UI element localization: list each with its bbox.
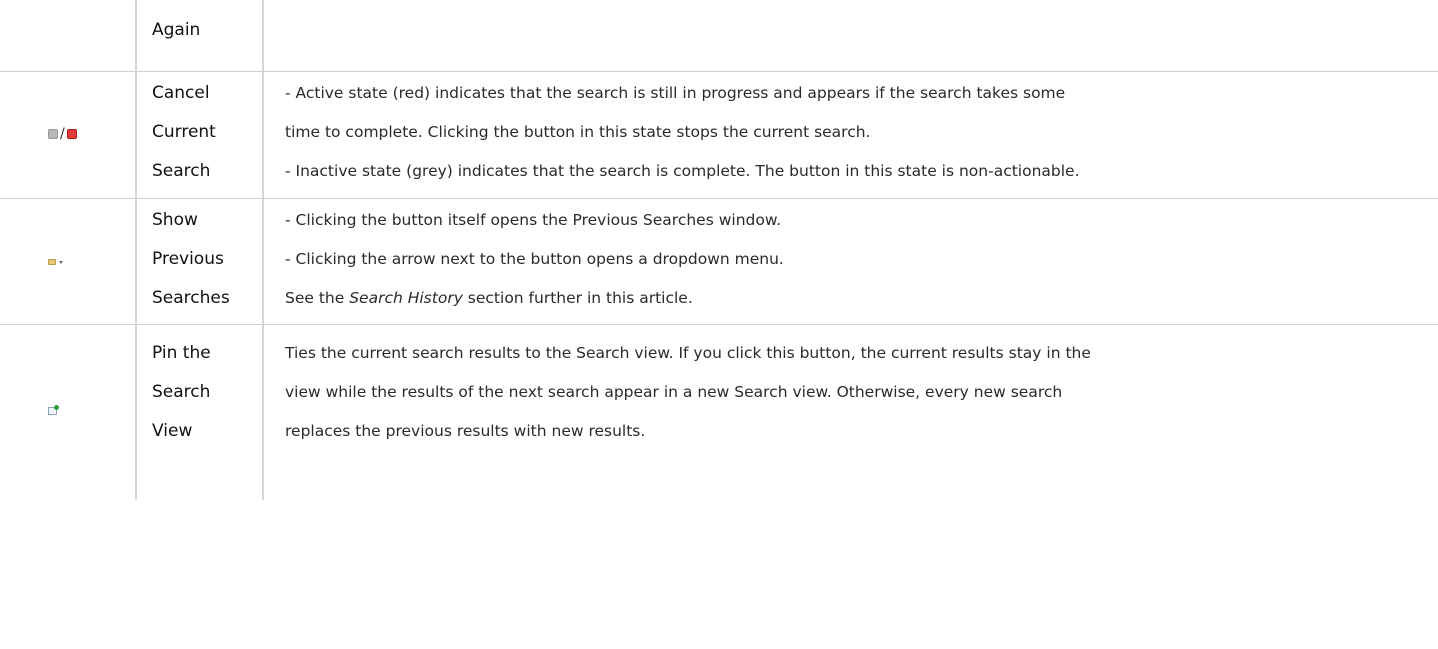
name-cell: Pin the Search View (137, 325, 264, 500)
description-line: - Active state (red) indicates that the … (285, 84, 1066, 102)
button-name-line: Search (152, 382, 211, 402)
button-name-line: View (152, 421, 193, 441)
button-name-line: Pin the (152, 343, 211, 363)
pin-icon-head (54, 405, 59, 410)
description-cell (264, 0, 1438, 71)
description-line: Ties the current search results to the S… (285, 344, 1091, 362)
previous-searches-icon (48, 259, 63, 265)
description-line: time to complete. Clicking the button in… (285, 123, 871, 141)
description-line: view while the results of the next searc… (285, 383, 1063, 401)
description-cell: Ties the current search results to the S… (264, 325, 1438, 500)
description-line: - Inactive state (grey) indicates that t… (285, 162, 1080, 180)
stop-inactive-icon (48, 129, 58, 139)
icon-cell (0, 325, 137, 500)
button-name-line: Search (152, 161, 211, 181)
description-line: replaces the previous results with new r… (285, 422, 646, 440)
name-cell: Cancel Current Search (137, 72, 264, 198)
name-cell: Show Previous Searches (137, 199, 264, 324)
description-line: - Clicking the button itself opens the P… (285, 211, 782, 229)
button-name-line: Cancel (152, 83, 210, 103)
icon-separator: / (60, 126, 65, 142)
toolbar-buttons-table: Again / Cancel Current Search - Active s… (0, 0, 1438, 500)
description-line-see-also: See the Search History section further i… (285, 279, 1426, 318)
button-name-line: Show (152, 210, 198, 230)
pin-icon (48, 405, 59, 415)
see-also-suffix: section further in this article. (462, 289, 693, 307)
stop-active-icon (66, 129, 77, 139)
icon-cell: / (0, 72, 137, 198)
button-name-line: Current (152, 122, 216, 142)
description-cell: - Clicking the button itself opens the P… (264, 199, 1438, 324)
table-row: / Cancel Current Search - Active state (… (0, 72, 1438, 199)
search-history-reference: Search History (349, 289, 463, 307)
see-also-prefix: See the (285, 289, 350, 307)
pin-search-view-icon (48, 405, 59, 415)
description-line: - Clicking the arrow next to the button … (285, 250, 784, 268)
button-name-line: Previous (152, 249, 224, 269)
description-cell: - Active state (red) indicates that the … (264, 72, 1438, 198)
cancel-search-icons: / (48, 127, 77, 141)
name-cell: Again (137, 0, 264, 71)
icon-cell (0, 199, 137, 324)
dropdown-arrow-icon (59, 260, 63, 264)
table-row: Show Previous Searches - Clicking the bu… (0, 199, 1438, 325)
history-icon (48, 259, 56, 265)
button-name-line: Again (152, 20, 201, 40)
table-row: Pin the Search View Ties the current sea… (0, 325, 1438, 500)
icon-cell (0, 0, 137, 71)
table-row: Again (0, 0, 1438, 72)
button-name-line: Searches (152, 288, 230, 308)
